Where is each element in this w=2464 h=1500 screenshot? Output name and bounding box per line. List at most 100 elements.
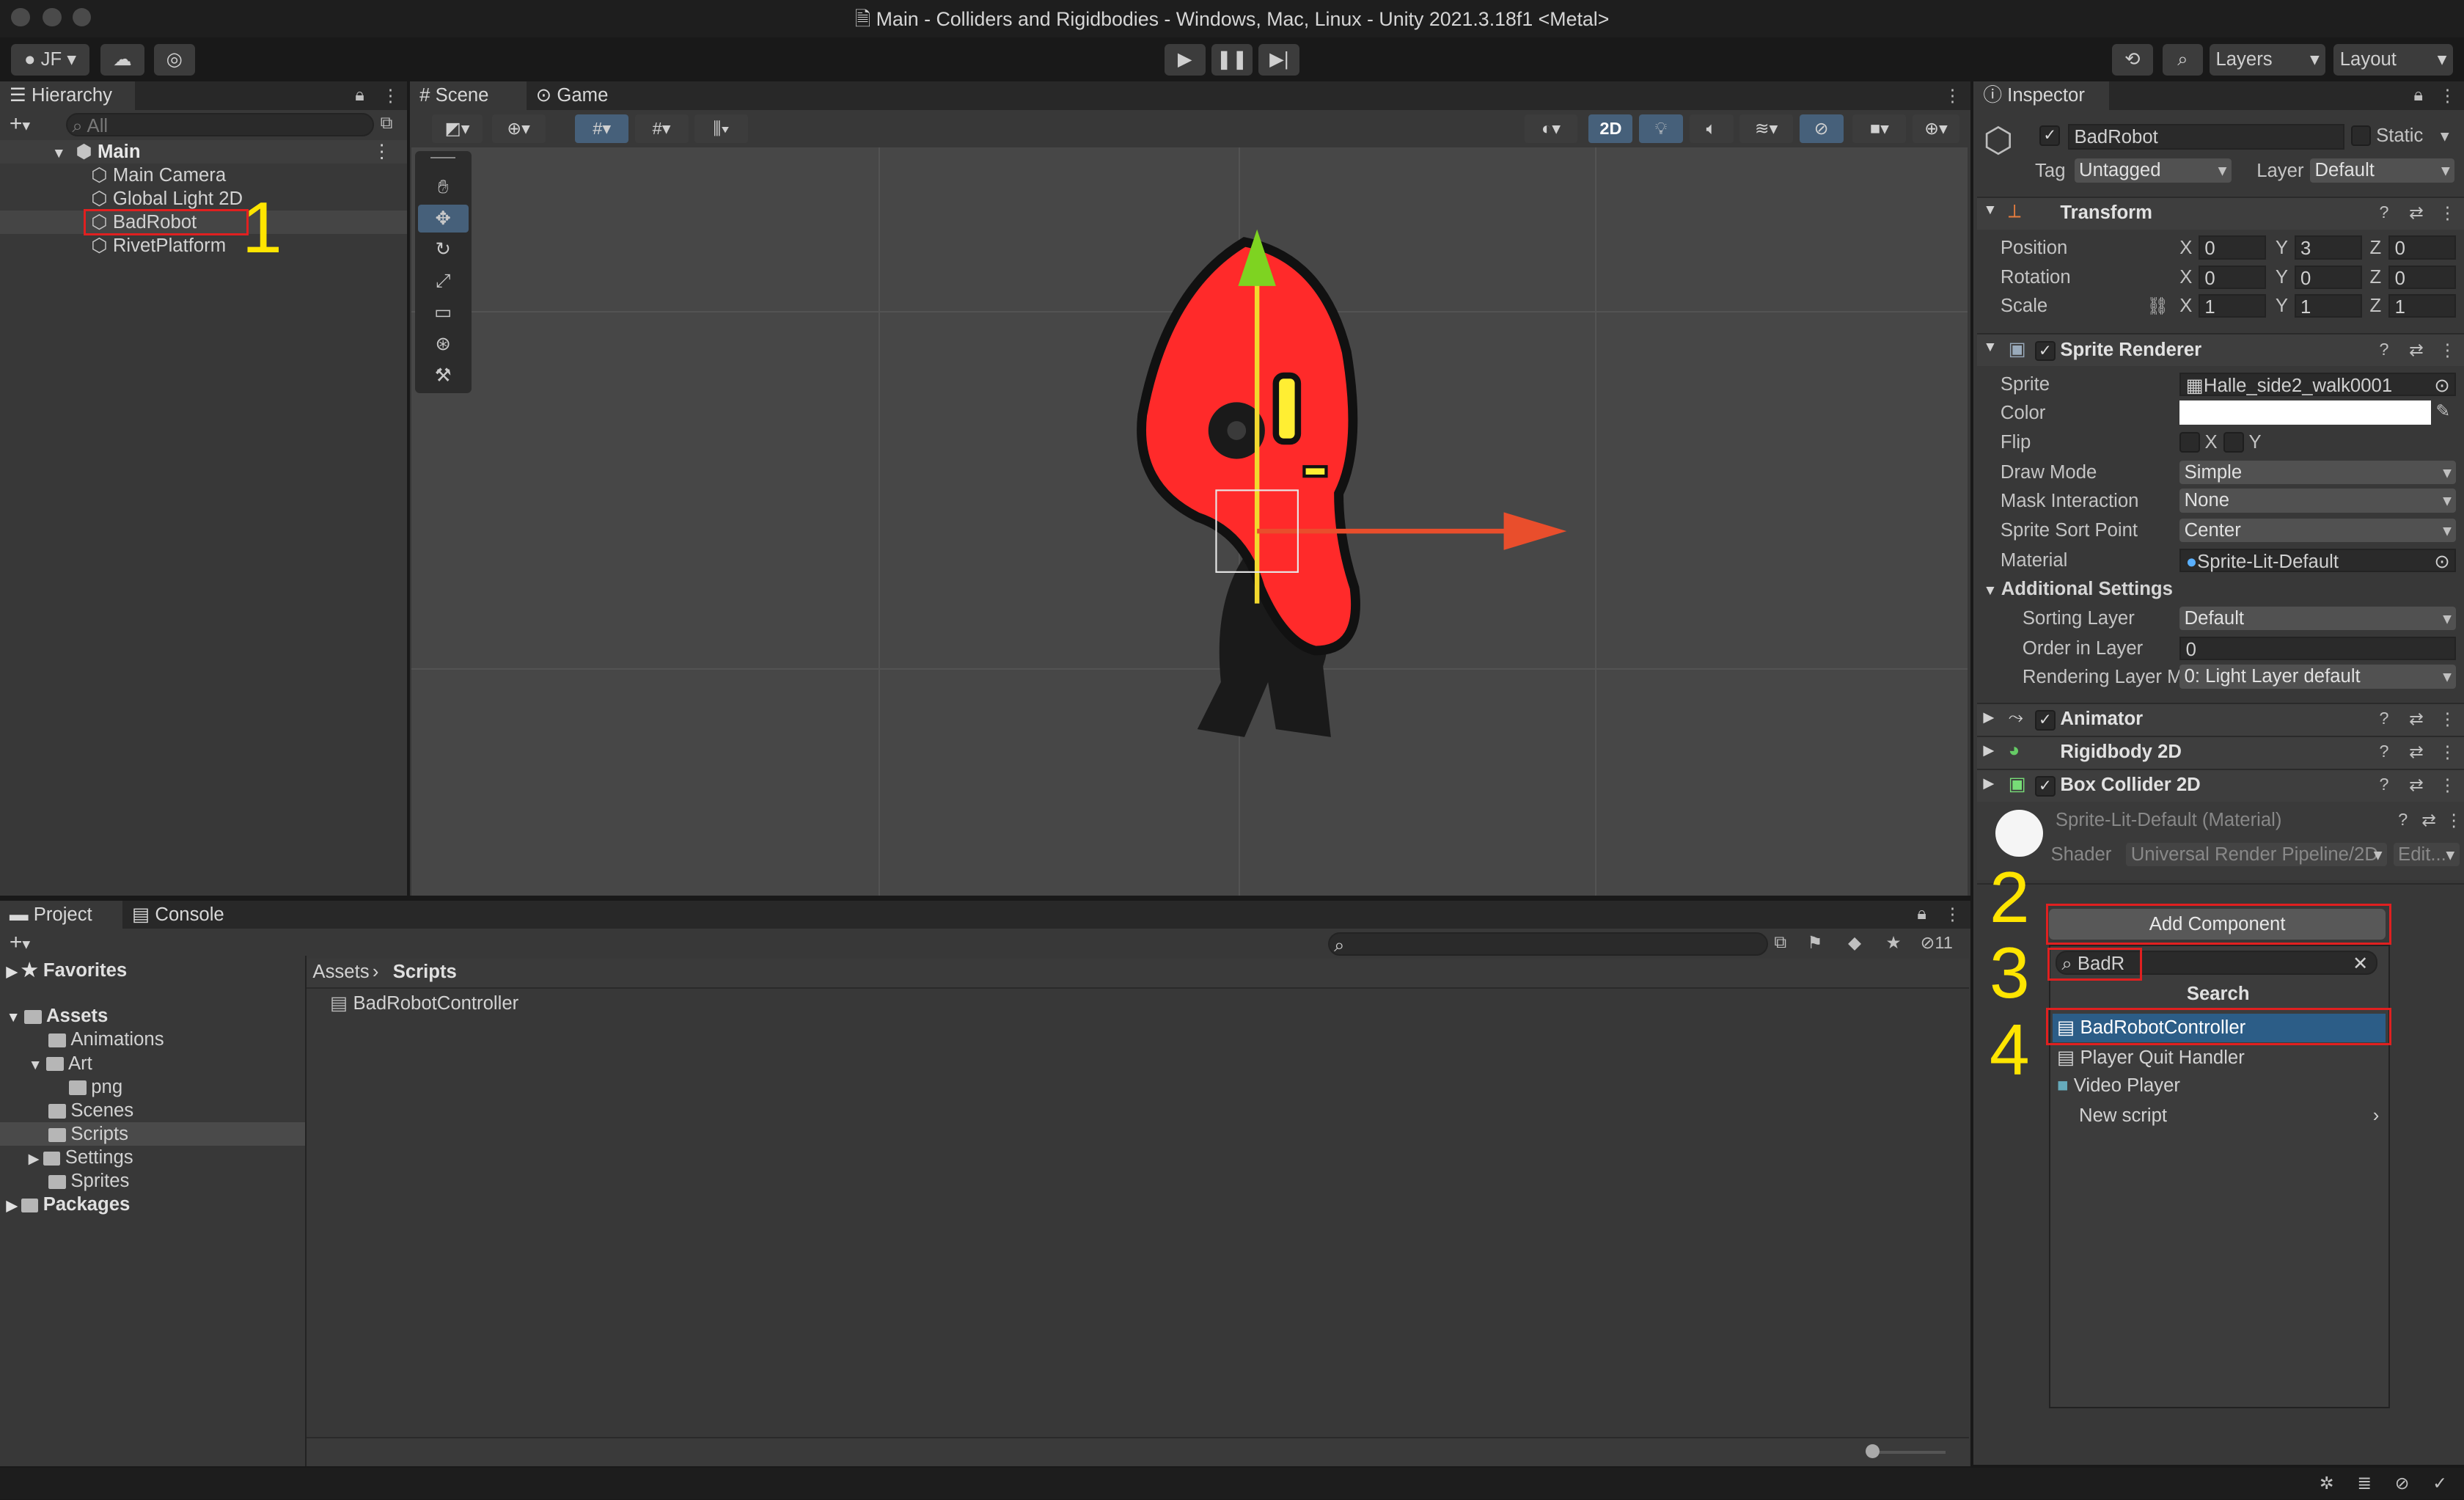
kebab-menu-icon[interactable]: ⋮ [2439,775,2457,795]
scale-z-field[interactable]: 1 [2388,293,2457,318]
scale-x-field[interactable]: 1 [2198,293,2267,318]
lock-icon[interactable]: 🔒︎ [355,85,364,105]
layout-dropdown[interactable]: Layout ▾ [2333,43,2454,76]
scale-y-field[interactable]: 1 [2294,293,2362,318]
folder-item[interactable]: ▶ Settings [29,1146,133,1169]
shading-mode-button[interactable]: ◐▾ [1524,114,1578,143]
kebab-menu-icon[interactable]: ⋮ [2439,340,2457,360]
visibility-toggle[interactable]: ⊘ [1799,114,1844,143]
expand-triangle-icon[interactable]: ▼ [7,1010,24,1025]
undo-history-button[interactable]: ⟲ [2112,43,2153,76]
shader-edit-button[interactable]: Edit... [2393,842,2460,866]
breadcrumb-scripts[interactable]: Scripts [393,962,457,983]
presets-icon[interactable]: ⇄ [2409,202,2424,223]
object-picker-icon[interactable]: ⊙ [2434,550,2450,574]
cloud-button[interactable]: ☁ [100,43,145,76]
layers-dropdown[interactable]: Layers ▾ [2209,43,2326,76]
eyedropper-icon[interactable]: ✎ [2435,400,2450,421]
database-icon[interactable]: ≣ [2357,1473,2372,1493]
presets-icon[interactable]: ⇄ [2409,709,2424,729]
tab-project[interactable]: ▬ Project [0,900,123,929]
kebab-menu-icon[interactable]: ⋮ [373,140,392,164]
pause-button[interactable]: ❚❚ [1211,43,1253,76]
rotation-y-field[interactable]: 0 [2294,266,2362,290]
status-ok-icon[interactable]: ✓ [2432,1473,2447,1493]
kebab-menu-icon[interactable]: ⋮ [1944,904,1962,924]
expand-triangle-icon[interactable]: ▼ [1983,340,1997,356]
rect-tool-button[interactable]: ▭ [418,299,469,327]
position-y-field[interactable]: 3 [2294,235,2362,260]
expand-triangle-icon[interactable]: ▼ [1983,202,1997,219]
breadcrumb-assets[interactable]: Assets [312,962,369,983]
create-asset-button[interactable]: +▾ [10,929,56,957]
gizmos-button[interactable]: ⊕▾ [1912,114,1960,143]
packages-folder[interactable]: ▶ Packages [7,1193,131,1216]
badrobot-sprite[interactable] [1024,211,1590,761]
zoom-slider-handle[interactable] [1865,1444,1880,1459]
enabled-checkbox[interactable]: ✓ [2035,340,2056,362]
lock-icon[interactable]: 🔒︎ [1917,904,1926,923]
expand-triangle-icon[interactable]: ▼ [52,146,66,161]
camera-button[interactable]: ■▾ [1852,114,1907,143]
expand-triangle-icon[interactable]: ▼ [29,1058,46,1073]
enabled-checkbox[interactable]: ✓ [2035,776,2056,797]
star-icon[interactable]: ★ [1885,932,1901,953]
rotate-tool-button[interactable]: ↻ [418,235,469,264]
tab-hierarchy[interactable]: ☰ Hierarchy [0,81,136,110]
kebab-menu-icon[interactable]: ⋮ [2439,85,2457,106]
asset-item[interactable]: ▤ BadRobotController [330,992,518,1015]
help-icon[interactable]: ? [2379,340,2388,359]
rotation-x-field[interactable]: 0 [2198,266,2267,290]
material-field[interactable]: ●Sprite-Lit-Default ⊙ [2179,548,2457,574]
collapse-triangle-icon[interactable]: ▶ [1983,775,1994,792]
enabled-checkbox[interactable]: ✓ [2035,710,2056,731]
shader-dropdown[interactable]: Universal Render Pipeline/2D [2126,842,2388,866]
order-in-layer-field[interactable]: 0 [2179,636,2457,660]
kebab-menu-icon[interactable]: ⋮ [2439,709,2457,729]
sprite-field[interactable]: ▦Halle_side2_walk0001 ⊙ [2179,372,2457,398]
tag-dropdown[interactable]: Untagged [2074,158,2232,183]
tab-console[interactable]: ▤ Console [122,900,242,929]
list-item[interactable]: ⬡ RivetPlatform [0,234,407,257]
help-icon[interactable]: ? [2379,202,2388,222]
draw-mode-dropdown[interactable]: Simple [2179,460,2457,484]
assets-folder[interactable]: ▼ Assets [7,1004,109,1028]
account-button[interactable]: ● JF ▾ [11,43,90,76]
layer-dropdown[interactable]: Default [2310,158,2455,183]
transform-tool-button[interactable]: ⊛ [418,330,469,359]
project-search-input[interactable]: ⌕ [1327,932,1768,956]
kebab-menu-icon[interactable]: ⋮ [2439,742,2457,762]
active-checkbox[interactable]: ✓ [2039,125,2061,146]
search-by-type-icon[interactable]: ⧉ [381,113,393,133]
collapse-triangle-icon[interactable]: ▶ [7,965,21,980]
audio-toggle[interactable]: 🔈︎ [1689,114,1734,143]
create-button[interactable]: +▾ [10,110,56,139]
lock-icon[interactable]: 🔒︎ [2413,85,2423,105]
folder-item[interactable]: Sprites [48,1169,129,1193]
scene-viewport[interactable] [411,147,1968,896]
favorites-folder[interactable]: ▶ ★ Favorites [7,959,128,982]
result-item[interactable]: ■ Video Player [2053,1072,2386,1100]
presets-icon[interactable]: ⇄ [2409,340,2424,360]
chevron-down-icon[interactable]: ▾ [2441,125,2449,146]
expand-triangle-icon[interactable]: ▼ [1983,583,2001,599]
folder-item[interactable]: png [69,1075,122,1099]
hierarchy-search-input[interactable]: ⌕ All [66,113,374,137]
object-picker-icon[interactable]: ⊙ [2434,374,2450,398]
global-local-button[interactable]: ⊕▾ [491,114,546,143]
search-button[interactable]: ⌕ [2162,43,2204,76]
tab-inspector[interactable]: ⓘ Inspector [1973,81,2109,110]
flip-x-checkbox[interactable] [2179,432,2200,453]
color-swatch[interactable] [2179,400,2432,425]
rigidbody2d-header[interactable]: ▶ ◕ Rigidbody 2D ? ⇄ ⋮ [1976,735,2464,769]
help-icon[interactable]: ? [2379,775,2388,794]
list-item[interactable]: ⬡ Main Camera [0,164,407,187]
folder-item[interactable]: Animations [48,1028,164,1051]
scale-tool-button[interactable]: ⤢ [418,267,469,296]
help-icon[interactable]: ? [2379,709,2388,728]
align-button[interactable]: ⫼▾ [694,114,748,143]
animator-header[interactable]: ▶ ⤳ ✓ Animator ? ⇄ ⋮ [1976,702,2464,736]
result-item[interactable]: ▤ Player Quit Handler [2053,1044,2386,1072]
presets-icon[interactable]: ⇄ [2421,810,2436,830]
mask-interaction-dropdown[interactable]: None [2179,489,2457,513]
